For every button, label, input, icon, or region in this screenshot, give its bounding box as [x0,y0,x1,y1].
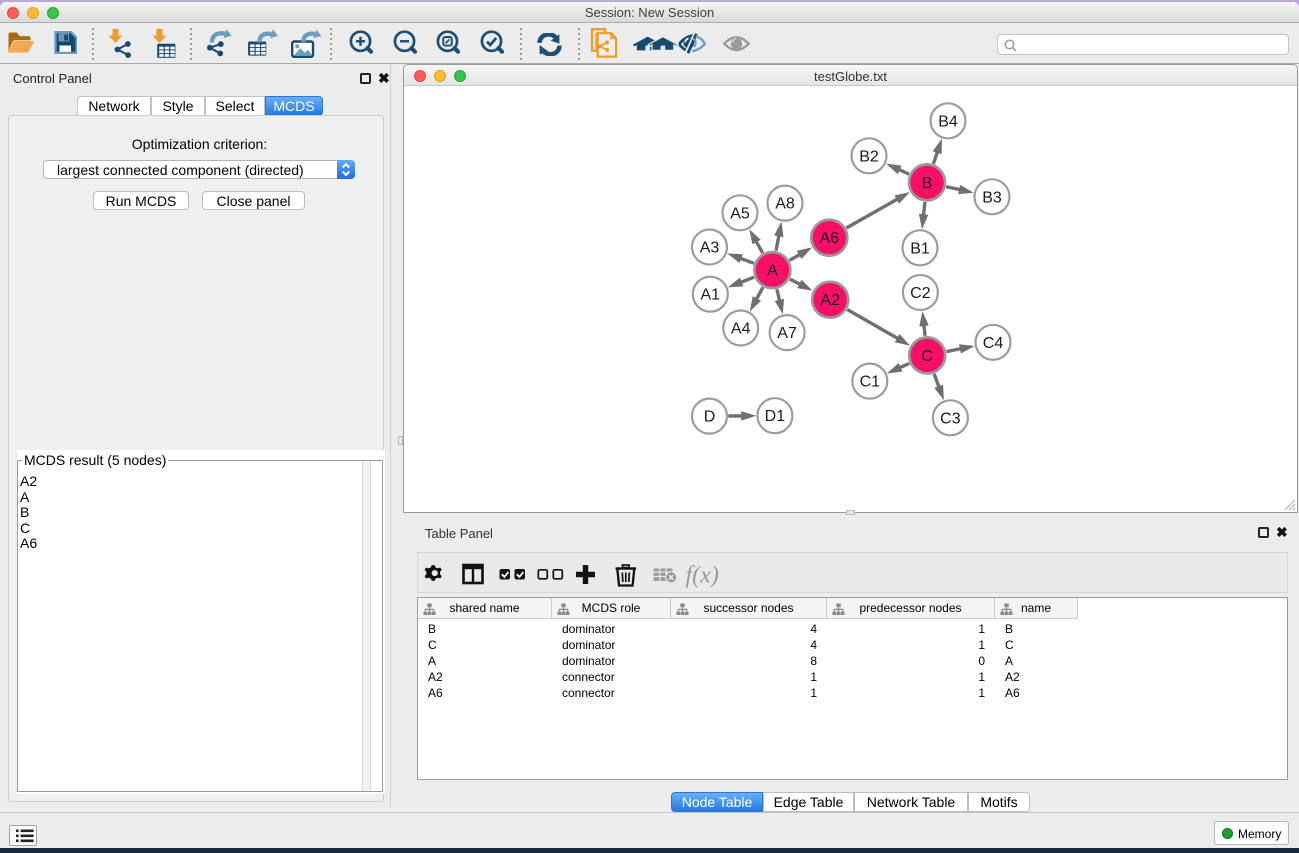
svg-text:C1: C1 [860,374,881,391]
svg-text:D: D [704,409,716,426]
svg-text:B3: B3 [982,189,1002,206]
svg-text:B2: B2 [859,148,879,165]
svg-text:C2: C2 [910,285,931,302]
svg-text:A3: A3 [700,240,720,257]
svg-text:A7: A7 [777,325,797,342]
svg-text:A4: A4 [731,321,751,338]
svg-text:B1: B1 [910,240,930,257]
svg-text:A1: A1 [701,287,721,304]
svg-text:A6: A6 [820,230,840,247]
svg-text:B: B [922,175,933,192]
svg-text:A8: A8 [775,196,795,213]
svg-text:C: C [921,348,933,365]
svg-text:f(x): f(x) [686,563,719,589]
svg-text:C3: C3 [940,410,961,427]
svg-text:A2: A2 [820,292,840,309]
svg-text:D1: D1 [765,408,786,425]
svg-text:B4: B4 [938,113,958,130]
svg-text:A5: A5 [730,205,750,222]
svg-text:A: A [767,263,778,280]
svg-text:C4: C4 [983,335,1004,352]
